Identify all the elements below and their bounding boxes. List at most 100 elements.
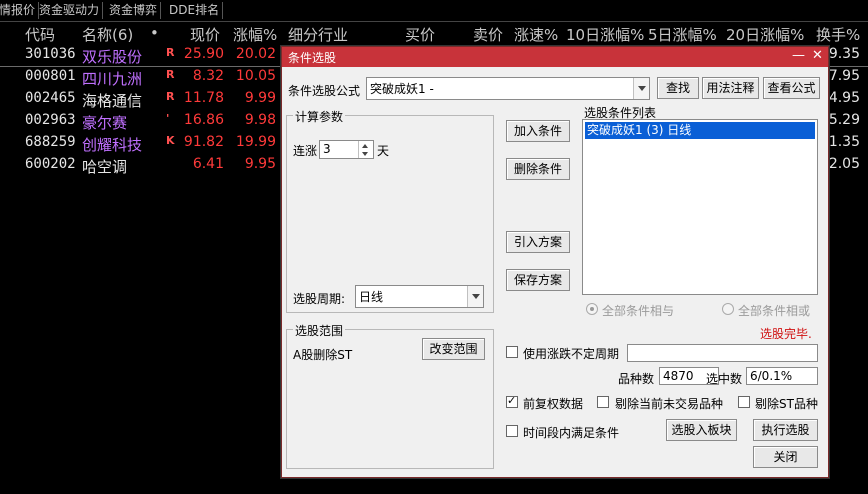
radio-and[interactable] [586,303,598,315]
chevron-down-icon[interactable] [467,286,483,307]
stock-change: 9.99 [244,90,276,106]
formula-combo[interactable]: 突破成妖1 - [366,77,650,100]
find-button[interactable]: 查找 [657,77,699,99]
header-name[interactable]: 名称(6) [82,24,133,45]
stock-change: 19.99 [235,134,276,150]
header-bid[interactable]: 买价 [405,24,435,45]
param-value: 3 [323,142,331,156]
import-scheme-button[interactable]: 引入方案 [506,231,570,253]
stock-price: 91.82 [183,134,224,150]
range-group: 选股范围 A股删除ST 改变范围 [286,322,494,469]
tab-capital-game[interactable]: 资金博弈 [106,2,162,19]
exclude-st-checkbox[interactable] [738,396,750,408]
stock-name: 四川九洲 [82,70,143,88]
header-change[interactable]: 涨幅% [233,24,277,45]
header-ask[interactable]: 卖价 [473,24,503,45]
stock-price: 8.32 [192,68,224,84]
save-to-block-button[interactable]: 选股入板块 [666,419,737,441]
use-variable-period-checkbox[interactable] [506,346,518,358]
range-value: A股删除ST [293,348,353,362]
condition-list[interactable]: 突破成妖1 (3) 日线 [582,119,818,295]
list-item[interactable]: 突破成妖1 (3) 日线 [585,122,815,139]
chevron-down-icon[interactable] [633,78,649,99]
close-button[interactable]: 关闭 [753,446,818,468]
stock-code: 002963 [25,112,76,128]
stock-change: 10.05 [235,68,276,84]
view-formula-button[interactable]: 查看公式 [763,77,820,99]
selected-label: 选中数 [706,372,743,386]
stock-code: 002465 [25,90,76,106]
close-icon[interactable]: ✕ [812,48,823,63]
header-industry[interactable]: 细分行业 [288,24,348,45]
selected-value: 6/0.1% [750,369,793,383]
status-text: 选股完毕. [760,327,812,341]
spin-buttons[interactable] [358,141,373,158]
dialog-titlebar[interactable]: 条件选股 — ✕ [282,47,828,67]
margin-flag: K [166,134,175,147]
param-stepper[interactable]: 3 [319,140,374,159]
exclude-untraded-checkbox[interactable] [597,396,609,408]
timerange-checkbox[interactable] [506,425,518,437]
header-chg10[interactable]: 10日涨幅% [566,24,644,45]
header-chg5[interactable]: 5日涨幅% [648,24,717,45]
delete-condition-button[interactable]: 删除条件 [506,158,570,180]
range-title: 选股范围 [293,322,346,339]
use-variable-period-label: 使用涨跌不定周期 [523,347,620,361]
stock-turnover: 4.95 [828,90,860,106]
header-speed[interactable]: 涨速% [514,24,558,45]
period-label: 选股周期: [293,292,346,306]
timerange-label: 时间段内满足条件 [523,426,620,440]
usage-notes-button[interactable]: 用法注释 [702,77,759,99]
stock-turnover: 5.29 [828,112,860,128]
margin-flag: R [166,46,175,59]
period-combo[interactable]: 日线 [355,285,484,308]
stock-code: 688259 [25,134,76,150]
param-label: 连涨 [293,144,318,158]
stock-code: 000801 [25,68,76,84]
tab-capital-drive[interactable]: 资金驱动力 [36,2,104,19]
condition-select-dialog: 条件选股 — ✕ 条件选股公式 突破成妖1 - 查找 用法注释 查看公式 计算参… [281,46,829,478]
radio-or[interactable] [722,303,734,315]
margin-flag: ' [166,112,170,125]
stock-price: 16.86 [183,112,224,128]
formula-value: 突破成妖1 - [370,82,434,96]
stock-price: 6.41 [192,156,224,172]
stock-name: 哈空调 [82,158,128,176]
period-value: 日线 [359,290,384,304]
header-price[interactable]: 现价 [190,24,220,45]
header-turnover[interactable]: 换手% [816,24,860,45]
forward-adjust-checkbox[interactable] [506,394,518,408]
calc-params-group: 计算参数 连涨 3 天 选股周期: 日线 [286,108,494,313]
add-condition-button[interactable]: 加入条件 [506,120,570,142]
stock-change: 20.02 [235,46,276,62]
stock-name: 创耀科技 [82,136,143,154]
top-tab-bar: 情报价 资金驱动力 资金博弈 DDE排名 [0,0,868,22]
variable-period-input[interactable] [627,344,818,362]
count-value: 4870 [663,369,694,383]
margin-flag: R [166,90,175,103]
stock-turnover: 7.95 [828,68,860,84]
tab-dde-rank[interactable]: DDE排名 [166,2,224,19]
change-range-button[interactable]: 改变范围 [422,338,485,360]
execute-select-button[interactable]: 执行选股 [753,419,818,441]
save-scheme-button[interactable]: 保存方案 [506,269,570,291]
stock-change: 9.98 [244,112,276,128]
header-dot: • [150,24,159,42]
header-chg20[interactable]: 20日涨幅% [726,24,804,45]
stock-name: 豪尔赛 [82,114,128,132]
count-label: 品种数 [618,372,655,386]
table-header: 代码 名称(6) • 现价 涨幅% 细分行业 买价 卖价 涨速% 10日涨幅% … [0,22,868,44]
spin-up-icon[interactable] [359,141,373,150]
param-unit: 天 [377,144,390,158]
stock-price: 11.78 [183,90,224,106]
tab-quote[interactable]: 情报价 [0,2,40,19]
stock-name: 海格通信 [82,92,143,110]
forward-adjust-label: 前复权数据 [523,397,584,411]
header-code[interactable]: 代码 [25,24,55,45]
exclude-st-label: 剔除ST品种 [755,397,818,411]
radio-and-label: 全部条件相与 [602,304,675,318]
exclude-untraded-label: 剔除当前未交易品种 [615,397,724,411]
dialog-title: 条件选股 [288,51,337,65]
minimize-button[interactable]: — [792,48,805,63]
spin-down-icon[interactable] [359,150,373,159]
